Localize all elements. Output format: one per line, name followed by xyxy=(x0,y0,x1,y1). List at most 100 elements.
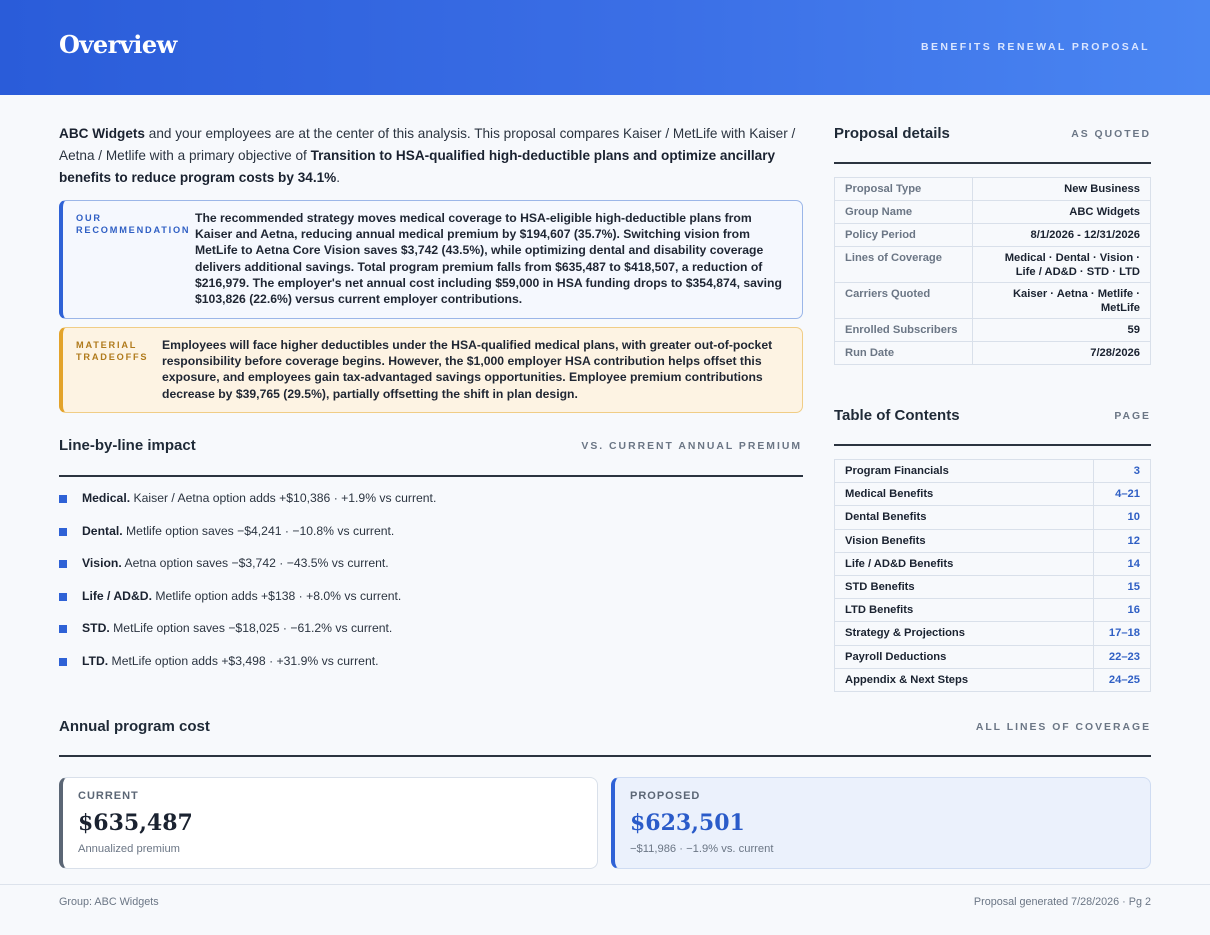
tradeoffs-text: Employees will face higher deductibles u… xyxy=(162,338,773,401)
impact-line-text: Metlife option saves −$4,241 · −10.8% vs… xyxy=(122,523,395,538)
tradeoffs-label: MATERIAL TRADEOFFS xyxy=(76,340,149,362)
proposal-details-table: Proposal Type New Business Group Name ABC … xyxy=(834,177,1151,365)
intro-paragraph: ABC Widgets and your employees are at th… xyxy=(59,123,804,189)
impact-line-label: Life / AD&D. xyxy=(82,588,152,603)
toc-section[interactable]: Vision Benefits xyxy=(834,528,1094,553)
impact-item-dental: Dental. Metlife option saves −$4,241 · −… xyxy=(59,520,803,553)
page-title: Overview xyxy=(59,30,177,59)
proposed-cost-label: PROPOSED xyxy=(630,790,701,802)
toc-section[interactable]: Medical Benefits xyxy=(834,482,1094,507)
impact-item-std: STD. MetLife option saves −$18,025 · −61… xyxy=(59,617,803,650)
toc-page[interactable]: 4–21 xyxy=(1093,482,1151,507)
toc-page[interactable]: 14 xyxy=(1093,551,1151,576)
toc-heading: Table of Contents xyxy=(834,407,960,424)
impact-line-label: LTD. xyxy=(82,653,109,668)
cost-heading: Annual program cost xyxy=(59,718,210,735)
impact-line-text: MetLife option saves −$18,025 · −61.2% v… xyxy=(109,621,393,635)
page-header: Overview BENEFITS RENEWAL PROPOSAL xyxy=(0,0,1210,95)
current-cost-note: Annualized premium xyxy=(78,843,180,855)
toc-section[interactable]: STD Benefits xyxy=(834,574,1094,600)
impact-line-text: MetLife option adds +$3,498 · +31.9% vs … xyxy=(108,653,379,668)
cost-tag: ALL LINES OF COVERAGE xyxy=(975,722,1151,733)
toc-section[interactable]: Payroll Deductions xyxy=(834,644,1094,669)
bullet-icon xyxy=(59,657,67,666)
proposed-cost-note: −$11,986 · −1.9% vs. current xyxy=(630,843,774,855)
recommendation-callout: OUR RECOMMENDATION The recommended strat… xyxy=(59,200,803,319)
company-name: ABC Widgets xyxy=(59,126,145,141)
toc-row[interactable]: Life / AD&D Benefits 14 xyxy=(834,551,1151,576)
cost-divider xyxy=(59,755,1151,757)
impact-item-ltd: LTD. MetLife option adds +$3,498 · +31.9… xyxy=(59,650,803,683)
details-value: Medical · Dental · Vision · Life / AD&D … xyxy=(972,246,1151,283)
toc-row[interactable]: LTD Benefits 16 xyxy=(834,598,1151,623)
toc-row[interactable]: Dental Benefits 10 xyxy=(834,505,1151,530)
proposed-cost-value: $623,501 xyxy=(630,810,745,836)
toc-row[interactable]: Payroll Deductions 22–23 xyxy=(834,644,1151,669)
impact-line-label: Vision. xyxy=(82,556,122,570)
details-key: Group Name xyxy=(834,200,973,224)
toc-section[interactable]: Strategy & Projections xyxy=(834,621,1094,646)
footer-divider xyxy=(0,884,1210,885)
details-key: Proposal Type xyxy=(834,177,973,201)
toc-page[interactable]: 24–25 xyxy=(1093,667,1151,692)
toc-page[interactable]: 16 xyxy=(1093,598,1151,623)
details-value: Kaiser · Aetna · Metlife · MetLife xyxy=(972,282,1151,319)
toc-page[interactable]: 12 xyxy=(1093,528,1151,553)
impact-item-life: Life / AD&D. Metlife option adds +$138 ·… xyxy=(59,585,803,618)
current-cost-card: CURRENT $635,487 Annualized premium xyxy=(59,777,598,869)
details-key: Carriers Quoted xyxy=(834,282,973,319)
details-key: Enrolled Subscribers xyxy=(834,318,973,342)
details-row: Enrolled Subscribers 59 xyxy=(834,318,1151,342)
toc-row[interactable]: Appendix & Next Steps 24–25 xyxy=(834,667,1151,692)
toc-tag: PAGE xyxy=(1114,411,1151,422)
impact-line-label: Dental. xyxy=(82,523,123,538)
document-type: BENEFITS RENEWAL PROPOSAL xyxy=(921,41,1150,53)
details-heading: Proposal details xyxy=(834,125,950,142)
impact-line-text: Metlife option adds +$138 · +8.0% vs cur… xyxy=(151,588,402,603)
toc-section[interactable]: Program Financials xyxy=(834,458,1094,484)
bullet-icon xyxy=(59,495,67,503)
toc-row[interactable]: Vision Benefits 12 xyxy=(834,528,1151,553)
toc-row[interactable]: Program Financials 3 xyxy=(834,458,1151,484)
toc-section[interactable]: Appendix & Next Steps xyxy=(834,667,1094,692)
details-row: Proposal Type New Business xyxy=(834,177,1151,201)
impact-list: Medical. Kaiser / Aetna option adds +$10… xyxy=(59,487,803,682)
impact-item-vision: Vision. Aetna option saves −$3,742 · −43… xyxy=(59,552,803,585)
tradeoffs-callout: MATERIAL TRADEOFFS Employees will face h… xyxy=(59,327,803,413)
details-value: ABC Widgets xyxy=(972,200,1151,224)
details-row: Lines of Coverage Medical · Dental · Visi… xyxy=(834,246,1151,283)
details-value: 7/28/2026 xyxy=(972,341,1151,365)
impact-tag: VS. CURRENT ANNUAL PREMIUM xyxy=(581,441,802,452)
bullet-icon xyxy=(59,625,67,633)
bullet-icon xyxy=(59,560,67,568)
toc-row[interactable]: Strategy & Projections 17–18 xyxy=(834,621,1151,646)
recommendation-text: The recommended strategy moves medical c… xyxy=(195,211,782,307)
details-row: Policy Period 8/1/2026 - 12/31/2026 xyxy=(834,223,1151,247)
toc-section[interactable]: Life / AD&D Benefits xyxy=(834,551,1094,576)
details-key: Run Date xyxy=(834,341,973,365)
details-value: 59 xyxy=(972,318,1151,342)
details-key: Lines of Coverage xyxy=(834,246,973,283)
toc-row[interactable]: Medical Benefits 4–21 xyxy=(834,482,1151,507)
intro-end: . xyxy=(336,170,341,185)
recommendation-label: OUR RECOMMENDATION xyxy=(76,213,191,235)
details-value: New Business xyxy=(972,177,1151,201)
footer-group: Group: ABC Widgets xyxy=(59,896,159,908)
toc-page[interactable]: 10 xyxy=(1093,505,1151,530)
toc-section[interactable]: LTD Benefits xyxy=(834,598,1094,623)
impact-heading: Line-by-line impact xyxy=(59,437,196,454)
details-value: 8/1/2026 - 12/31/2026 xyxy=(972,223,1151,247)
toc-page[interactable]: 3 xyxy=(1093,458,1151,484)
toc-page[interactable]: 17–18 xyxy=(1093,621,1151,646)
proposed-cost-card: PROPOSED $623,501 −$11,986 · −1.9% vs. c… xyxy=(611,777,1151,869)
impact-item-medical: Medical. Kaiser / Aetna option adds +$10… xyxy=(59,487,803,520)
toc-section[interactable]: Dental Benefits xyxy=(834,505,1094,530)
details-key: Policy Period xyxy=(834,223,973,247)
toc-row[interactable]: STD Benefits 15 xyxy=(834,574,1151,600)
details-row: Run Date 7/28/2026 xyxy=(834,341,1151,365)
impact-line-label: STD. xyxy=(82,621,110,635)
bullet-icon xyxy=(59,527,67,536)
toc-page[interactable]: 15 xyxy=(1093,574,1151,600)
toc-page[interactable]: 22–23 xyxy=(1093,644,1151,669)
details-row: Carriers Quoted Kaiser · Aetna · Metlife … xyxy=(834,282,1151,319)
